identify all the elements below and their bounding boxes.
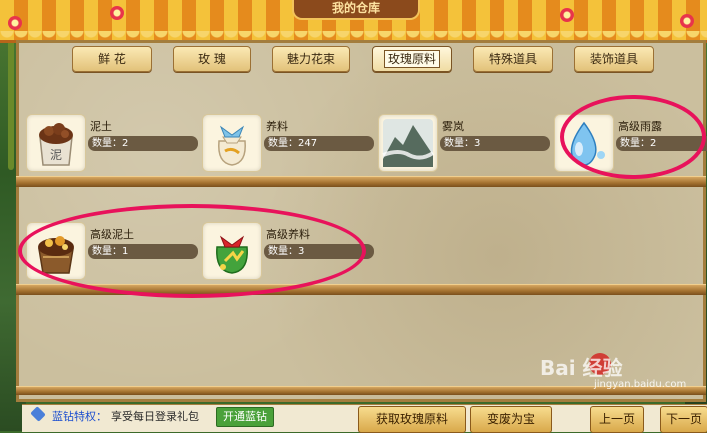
shelf-board (16, 176, 706, 187)
item-name: 泥土 (90, 120, 112, 133)
item-quantity: 数量：247 (264, 136, 374, 151)
soil-label: 泥 (50, 148, 62, 162)
vip-title[interactable]: 蓝钻特权： (52, 408, 107, 424)
flower-decoration (110, 6, 124, 20)
item-quantity: 数量：3 (440, 136, 550, 151)
open-blue-diamond-button[interactable]: 开通蓝钻 (216, 407, 274, 427)
next-page-button[interactable]: 下一页 (660, 406, 707, 433)
prev-page-button[interactable]: 上一页 (590, 406, 644, 433)
flower-decoration (8, 16, 22, 30)
get-rose-materials-button[interactable]: 获取玫瑰原料 (358, 406, 466, 433)
fertilizer-bag-icon (202, 114, 262, 172)
item-name: 养料 (266, 120, 288, 133)
item-soil[interactable]: 泥 泥土 数量：2 (26, 114, 204, 174)
flower-decoration (560, 8, 574, 22)
highlight-ring (18, 204, 366, 298)
convert-button[interactable]: 变废为宝 (470, 406, 552, 433)
tab-flowers[interactable]: 鲜 花 (72, 46, 152, 72)
soil-sack-icon: 泥 (26, 114, 86, 172)
item-quantity: 数量：2 (88, 136, 198, 151)
left-vine (8, 30, 14, 170)
highlight-ring (560, 95, 706, 179)
tab-roses[interactable]: 玫 瑰 (173, 46, 251, 72)
tab-special-items[interactable]: 特殊道具 (473, 46, 553, 72)
item-name: 雾岚 (442, 120, 464, 133)
baidu-watermark: Bai 经验 jingyan.baidu.com (540, 356, 687, 390)
tab-bouquets[interactable]: 魅力花束 (272, 46, 350, 72)
mountain-mist-icon (378, 114, 438, 172)
warehouse-title: 我的仓库 (292, 0, 420, 20)
tab-decorations[interactable]: 装饰道具 (574, 46, 654, 72)
item-fertilizer[interactable]: 养料 数量：247 (202, 114, 380, 174)
item-mist[interactable]: 雾岚 数量：3 (378, 114, 556, 174)
vip-description: 享受每日登录礼包 (111, 410, 199, 423)
flower-decoration (680, 14, 694, 28)
tab-rose-materials[interactable]: 玫瑰原料 (372, 46, 452, 72)
